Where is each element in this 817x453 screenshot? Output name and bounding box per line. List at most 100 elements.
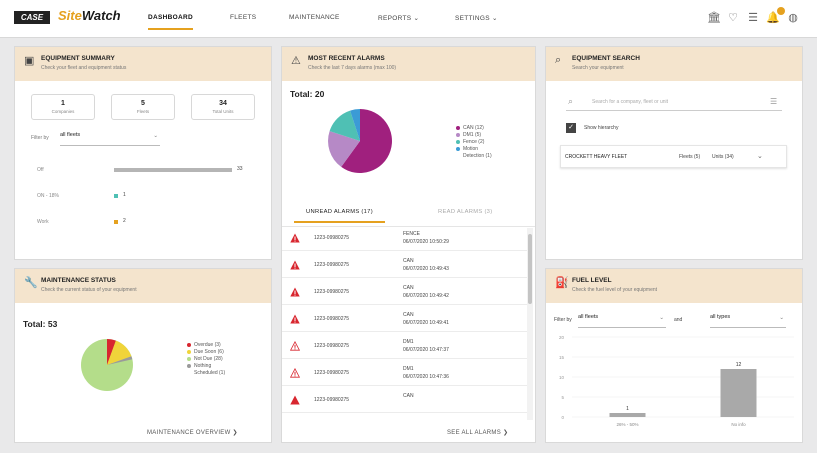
legend-dot bbox=[456, 132, 460, 137]
fuel-bar[interactable] bbox=[609, 413, 646, 417]
legend-item: Motion bbox=[456, 146, 492, 153]
filter-list-icon[interactable]: ☰ bbox=[770, 97, 777, 106]
status-row-off: Off bbox=[37, 167, 44, 173]
chevron-down-icon[interactable]: ⌄ bbox=[757, 152, 763, 160]
alarm-warning-icon bbox=[290, 395, 300, 405]
y-tick-label: 0 bbox=[561, 415, 564, 420]
legend-item: Overdue (3) bbox=[187, 342, 225, 349]
nav-settings[interactable]: SETTINGS ⌄ bbox=[455, 14, 498, 22]
units-count: Units (34) bbox=[712, 154, 734, 160]
maintenance-legend: Overdue (3) Due Soon (6) Not Due (28) No… bbox=[187, 342, 225, 377]
recent-alarms-card: ⚠ MOST RECENT ALARMS Check the last 7 da… bbox=[281, 46, 536, 443]
status-bar-work bbox=[114, 220, 118, 224]
alarm-warning-outline-icon bbox=[290, 341, 300, 351]
logo-watch-text: Watch bbox=[81, 8, 121, 23]
stat-fleets[interactable]: 5 Fleets bbox=[111, 94, 175, 120]
alarm-row[interactable]: 1223-09980275 DM1 06/07/2020 10:47:37 bbox=[282, 336, 527, 359]
building-icon[interactable]: 🏛 bbox=[707, 11, 721, 25]
alarm-time: 06/07/2020 10:49:41 bbox=[403, 320, 449, 326]
equipment-icon: ▣ bbox=[24, 55, 35, 67]
alarm-type: CAN bbox=[403, 312, 414, 318]
status-label: Work bbox=[37, 219, 49, 225]
nav-dashboard[interactable]: DASHBOARD bbox=[148, 14, 193, 30]
card-title: EQUIPMENT SEARCH bbox=[572, 55, 640, 62]
heart-icon[interactable]: ♡ bbox=[726, 11, 740, 25]
tab-read-alarms[interactable]: READ ALARMS (3) bbox=[438, 209, 492, 215]
equipment-search-header: ⌕ EQUIPMENT SEARCH Search your equipment bbox=[546, 47, 802, 81]
card-title: FUEL LEVEL bbox=[572, 277, 612, 284]
filter-settings-icon[interactable]: ☰ bbox=[746, 11, 760, 25]
legend-label: Due Soon (6) bbox=[194, 349, 224, 355]
alarm-row[interactable]: 1223-09980275 FENCE 06/07/2020 10:50:29 bbox=[282, 228, 527, 251]
fuel-filter-label: Filter by bbox=[554, 317, 572, 323]
alarm-unit: 1223-09980275 bbox=[314, 370, 350, 376]
fuel-type-select[interactable]: all types ⌄ bbox=[710, 314, 786, 328]
alarm-type: CAN bbox=[403, 393, 414, 399]
fuel-fleet-value: all fleets bbox=[578, 314, 599, 320]
logo-site-text: Site bbox=[58, 8, 82, 23]
status-value-work: 2 bbox=[123, 218, 126, 224]
chevron-down-icon: ⌄ bbox=[779, 315, 784, 321]
alarm-row[interactable]: 1223-09980275 CAN bbox=[282, 390, 527, 413]
status-label: Off bbox=[37, 167, 44, 173]
legend-label: Scheduled (1) bbox=[194, 370, 226, 376]
y-tick-label: 20 bbox=[559, 335, 565, 340]
alarm-time: 06/07/2020 10:49:43 bbox=[403, 266, 449, 272]
fuel-fleet-select[interactable]: all fleets ⌄ bbox=[578, 314, 666, 328]
alarm-time: 06/07/2020 10:47:37 bbox=[403, 347, 449, 353]
fuel-icon: ⛽ bbox=[555, 277, 569, 289]
stat-value: 34 bbox=[219, 100, 227, 107]
tab-unread-alarms[interactable]: UNREAD ALARMS (17) bbox=[294, 209, 385, 223]
bar-data-label: 12 bbox=[736, 362, 742, 368]
sitewatch-logo[interactable]: SiteWatch bbox=[58, 8, 121, 23]
status-bar-off bbox=[114, 168, 232, 172]
fuel-level-header: ⛽ FUEL LEVEL Check the fuel level of you… bbox=[546, 269, 802, 303]
alarms-total: Total: 20 bbox=[290, 89, 325, 99]
nav-maintenance[interactable]: MAINTENANCE bbox=[289, 14, 340, 21]
stat-value: 5 bbox=[141, 100, 145, 107]
status-label: ON - 18% bbox=[37, 193, 59, 199]
alarm-row[interactable]: 1223-09980275 CAN 06/07/2020 10:49:42 bbox=[282, 282, 527, 305]
legend-dot bbox=[456, 125, 460, 130]
globe-icon[interactable]: ◍ bbox=[786, 11, 800, 25]
fuel-bar[interactable] bbox=[720, 369, 757, 417]
status-bar-on bbox=[114, 194, 118, 198]
alarm-type: CAN bbox=[403, 258, 414, 264]
legend-item: Detection (1) bbox=[456, 153, 492, 160]
alarm-row[interactable]: 1223-09980275 DM1 06/07/2020 10:47:36 bbox=[282, 363, 527, 386]
card-title: MOST RECENT ALARMS bbox=[308, 55, 385, 62]
alarm-row[interactable]: 1223-09980275 CAN 06/07/2020 10:49:43 bbox=[282, 255, 527, 278]
alarms-legend: CAN (12) DM1 (5) Fence (2) Motion Detect… bbox=[456, 125, 492, 160]
card-subtitle: Check the current status of your equipme… bbox=[41, 287, 137, 293]
maintenance-pie-chart bbox=[81, 339, 133, 391]
legend-dot bbox=[456, 139, 460, 144]
fleet-row[interactable]: CROCKETT HEAVY FLEET Fleets (5) Units (3… bbox=[560, 145, 787, 168]
alarm-warning-icon bbox=[290, 260, 300, 270]
maintenance-overview-link[interactable]: MAINTENANCE OVERVIEW ❯ bbox=[147, 429, 238, 436]
status-row-on: ON - 18% bbox=[37, 193, 59, 199]
alarm-type: DM1 bbox=[403, 339, 414, 345]
case-logo[interactable]: CASE bbox=[14, 11, 50, 24]
legend-label: Fence (2) bbox=[463, 139, 485, 145]
fleet-filter-value: all fleets bbox=[60, 132, 81, 138]
see-all-alarms-link[interactable]: SEE ALL ALARMS ❯ bbox=[447, 429, 508, 436]
maintenance-status-card: 🔧 MAINTENANCE STATUS Check the current s… bbox=[14, 268, 272, 443]
alarm-list-scrollbar-thumb[interactable] bbox=[528, 234, 532, 304]
fleet-filter-select[interactable]: all fleets ⌄ bbox=[60, 132, 160, 146]
legend-label: Detection (1) bbox=[463, 153, 492, 159]
stat-companies[interactable]: 1 Companies bbox=[31, 94, 95, 120]
equipment-search-input[interactable]: ⌕ Search for a company, fleet or unit bbox=[566, 95, 782, 111]
alarm-list-scrollbar-track[interactable] bbox=[527, 228, 533, 420]
alarm-warning-icon bbox=[290, 287, 300, 297]
legend-item: CAN (12) bbox=[456, 125, 492, 132]
nav-reports[interactable]: REPORTS ⌄ bbox=[378, 14, 419, 22]
show-hierarchy-checkbox[interactable]: ✓ bbox=[566, 123, 576, 133]
alarm-warning-icon bbox=[290, 233, 300, 243]
alarm-time: 06/07/2020 10:47:36 bbox=[403, 374, 449, 380]
nav-fleets[interactable]: FLEETS bbox=[230, 14, 256, 21]
stat-total-units[interactable]: 34 Total Units bbox=[191, 94, 255, 120]
alarm-unit: 1223-09980275 bbox=[314, 262, 350, 268]
alarm-row[interactable]: 1223-09980275 CAN 06/07/2020 10:49:41 bbox=[282, 309, 527, 332]
stat-label: Fleets bbox=[136, 109, 150, 114]
card-title: EQUIPMENT SUMMARY bbox=[41, 55, 115, 62]
